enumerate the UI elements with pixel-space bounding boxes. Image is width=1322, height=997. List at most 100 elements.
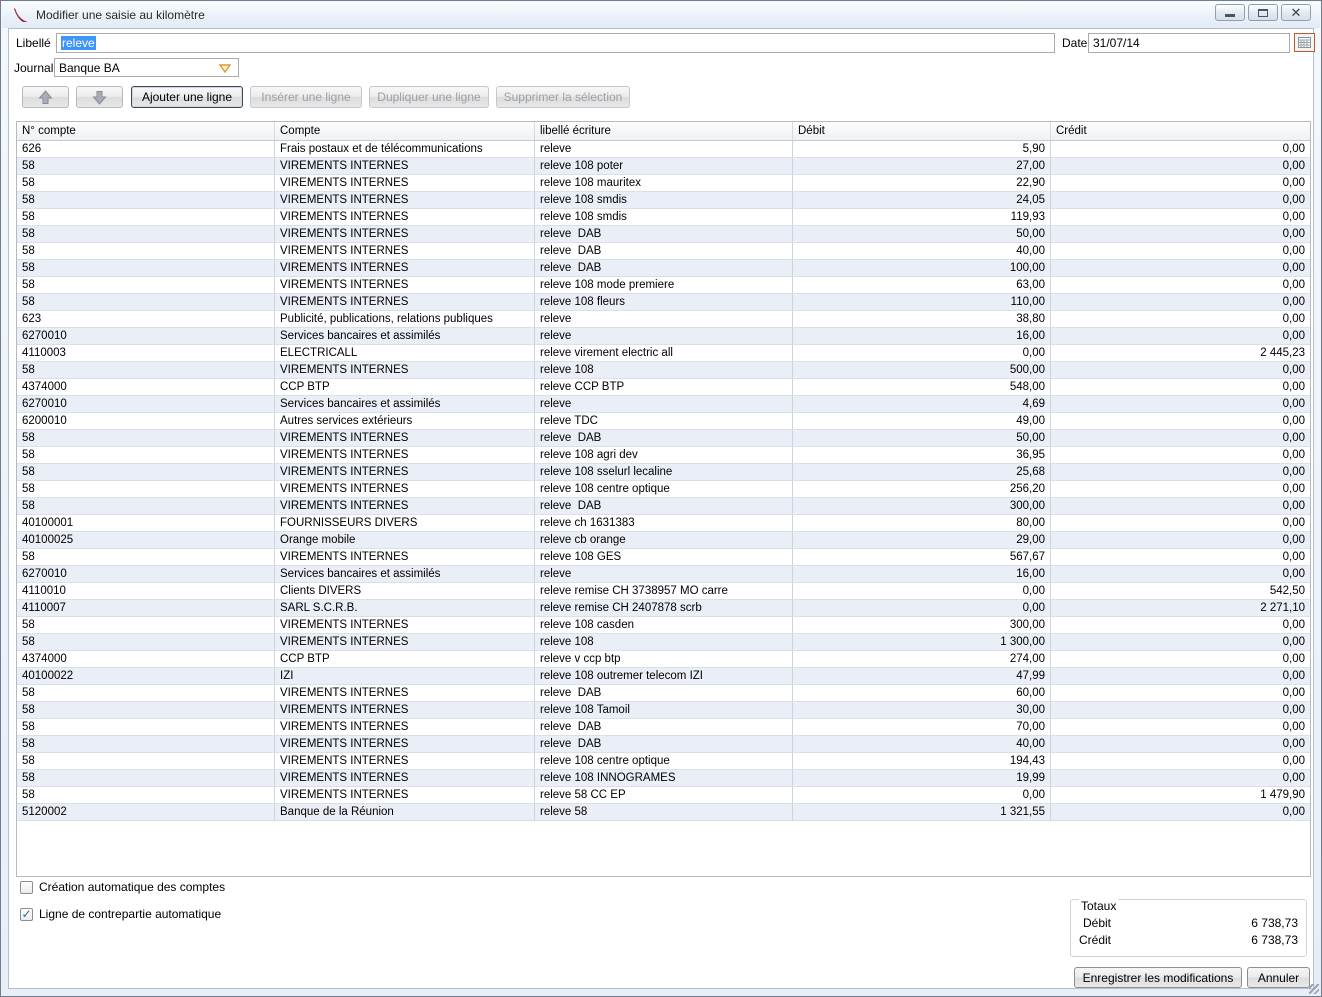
cell-debit[interactable]: 36,95 bbox=[793, 447, 1051, 463]
cell-account[interactable]: 6270010 bbox=[17, 566, 275, 582]
cell-account[interactable]: 58 bbox=[17, 175, 275, 191]
move-up-button[interactable] bbox=[22, 86, 69, 108]
table-row[interactable]: 40100001FOURNISSEURS DIVERSreleve ch 163… bbox=[17, 515, 1310, 532]
cell-entry-label[interactable]: releve 108 centre optique bbox=[535, 753, 793, 769]
table-row[interactable]: 6270010Services bancaires et assimilésre… bbox=[17, 396, 1310, 413]
table-row[interactable]: 58VIREMENTS INTERNESreleve DAB300,000,00 bbox=[17, 498, 1310, 515]
cell-account-name[interactable]: VIREMENTS INTERNES bbox=[275, 549, 535, 565]
cell-account-name[interactable]: VIREMENTS INTERNES bbox=[275, 175, 535, 191]
table-row[interactable]: 40100025Orange mobilereleve cb orange29,… bbox=[17, 532, 1310, 549]
table-row[interactable]: 58VIREMENTS INTERNESreleve 58 CC EP0,001… bbox=[17, 787, 1310, 804]
cell-account-name[interactable]: IZI bbox=[275, 668, 535, 684]
cell-account-name[interactable]: VIREMENTS INTERNES bbox=[275, 277, 535, 293]
cell-account[interactable]: 58 bbox=[17, 770, 275, 786]
cell-credit[interactable]: 0,00 bbox=[1051, 719, 1310, 735]
cell-credit[interactable]: 0,00 bbox=[1051, 243, 1310, 259]
table-row[interactable]: 58VIREMENTS INTERNESreleve DAB50,000,00 bbox=[17, 226, 1310, 243]
cell-credit[interactable]: 0,00 bbox=[1051, 651, 1310, 667]
cell-account[interactable]: 6270010 bbox=[17, 396, 275, 412]
cell-account-name[interactable]: Publicité, publications, relations publi… bbox=[275, 311, 535, 327]
cell-account-name[interactable]: Services bancaires et assimilés bbox=[275, 566, 535, 582]
table-row[interactable]: 58VIREMENTS INTERNESreleve 108 poter27,0… bbox=[17, 158, 1310, 175]
table-row[interactable]: 4110010Clients DIVERSreleve remise CH 37… bbox=[17, 583, 1310, 600]
table-row[interactable]: 58VIREMENTS INTERNESreleve 108 agri dev3… bbox=[17, 447, 1310, 464]
cell-account[interactable]: 58 bbox=[17, 498, 275, 514]
cell-account-name[interactable]: VIREMENTS INTERNES bbox=[275, 243, 535, 259]
cell-debit[interactable]: 25,68 bbox=[793, 464, 1051, 480]
cell-account[interactable]: 58 bbox=[17, 753, 275, 769]
cell-account-name[interactable]: VIREMENTS INTERNES bbox=[275, 719, 535, 735]
table-row[interactable]: 4374000CCP BTPreleve v ccp btp274,000,00 bbox=[17, 651, 1310, 668]
cell-entry-label[interactable]: releve remise CH 3738957 MO carre bbox=[535, 583, 793, 599]
minimize-button[interactable] bbox=[1215, 4, 1245, 21]
cell-debit[interactable]: 49,00 bbox=[793, 413, 1051, 429]
cell-entry-label[interactable]: releve 58 bbox=[535, 804, 793, 820]
cell-account[interactable]: 58 bbox=[17, 481, 275, 497]
cell-account[interactable]: 58 bbox=[17, 447, 275, 463]
cell-account[interactable]: 58 bbox=[17, 719, 275, 735]
cell-entry-label[interactable]: releve 108 smdis bbox=[535, 209, 793, 225]
cell-account[interactable]: 58 bbox=[17, 736, 275, 752]
cell-entry-label[interactable]: releve 108 centre optique bbox=[535, 481, 793, 497]
cell-entry-label[interactable]: releve 108 bbox=[535, 362, 793, 378]
cell-account[interactable]: 58 bbox=[17, 158, 275, 174]
cell-debit[interactable]: 0,00 bbox=[793, 583, 1051, 599]
cell-account-name[interactable]: Frais postaux et de télécommunications bbox=[275, 141, 535, 157]
cell-debit[interactable]: 47,99 bbox=[793, 668, 1051, 684]
cell-account-name[interactable]: VIREMENTS INTERNES bbox=[275, 362, 535, 378]
libelle-input[interactable]: releve bbox=[56, 33, 1055, 53]
table-row[interactable]: 40100022IZIreleve 108 outremer telecom I… bbox=[17, 668, 1310, 685]
cell-account[interactable]: 4110010 bbox=[17, 583, 275, 599]
cell-account[interactable]: 5120002 bbox=[17, 804, 275, 820]
table-row[interactable]: 58VIREMENTS INTERNESreleve 108 mauritex2… bbox=[17, 175, 1310, 192]
cell-entry-label[interactable]: releve cb orange bbox=[535, 532, 793, 548]
close-button[interactable]: ✕ bbox=[1281, 4, 1311, 21]
cell-credit[interactable]: 0,00 bbox=[1051, 430, 1310, 446]
journal-select[interactable]: Banque BA bbox=[54, 58, 239, 77]
cell-account-name[interactable]: VIREMENTS INTERNES bbox=[275, 464, 535, 480]
cell-entry-label[interactable]: releve 108 agri dev bbox=[535, 447, 793, 463]
cell-entry-label[interactable]: releve ch 1631383 bbox=[535, 515, 793, 531]
table-row[interactable]: 58VIREMENTS INTERNESreleve DAB40,000,00 bbox=[17, 736, 1310, 753]
cell-debit[interactable]: 256,20 bbox=[793, 481, 1051, 497]
cell-entry-label[interactable]: releve 108 INNOGRAMES bbox=[535, 770, 793, 786]
cell-account-name[interactable]: VIREMENTS INTERNES bbox=[275, 498, 535, 514]
save-button[interactable]: Enregistrer les modifications bbox=[1074, 967, 1242, 988]
cell-debit[interactable]: 40,00 bbox=[793, 243, 1051, 259]
cell-account-name[interactable]: Services bancaires et assimilés bbox=[275, 396, 535, 412]
cell-entry-label[interactable]: releve 108 sselurl lecaline bbox=[535, 464, 793, 480]
cell-account-name[interactable]: ELECTRICALL bbox=[275, 345, 535, 361]
cell-account[interactable]: 4374000 bbox=[17, 651, 275, 667]
cell-credit[interactable]: 0,00 bbox=[1051, 141, 1310, 157]
cell-entry-label[interactable]: releve 108 mauritex bbox=[535, 175, 793, 191]
column-header-debit[interactable]: Débit bbox=[793, 122, 1051, 140]
cell-account[interactable]: 4374000 bbox=[17, 379, 275, 395]
delete-selection-button[interactable]: Supprimer la sélection bbox=[496, 86, 630, 108]
cell-account[interactable]: 6200010 bbox=[17, 413, 275, 429]
cell-entry-label[interactable]: releve 108 poter bbox=[535, 158, 793, 174]
cell-account[interactable]: 58 bbox=[17, 243, 275, 259]
cell-account-name[interactable]: Clients DIVERS bbox=[275, 583, 535, 599]
add-line-button[interactable]: Ajouter une ligne bbox=[131, 86, 243, 108]
cell-entry-label[interactable]: releve 108 mode premiere bbox=[535, 277, 793, 293]
cell-account[interactable]: 58 bbox=[17, 277, 275, 293]
column-header-account-name[interactable]: Compte bbox=[275, 122, 535, 140]
calendar-button[interactable] bbox=[1294, 33, 1315, 52]
cell-account-name[interactable]: Autres services extérieurs bbox=[275, 413, 535, 429]
cell-entry-label[interactable]: releve bbox=[535, 566, 793, 582]
cell-credit[interactable]: 0,00 bbox=[1051, 498, 1310, 514]
cell-account[interactable]: 40100001 bbox=[17, 515, 275, 531]
cell-credit[interactable]: 0,00 bbox=[1051, 413, 1310, 429]
cell-debit[interactable]: 16,00 bbox=[793, 566, 1051, 582]
cell-account[interactable]: 58 bbox=[17, 294, 275, 310]
cell-debit[interactable]: 500,00 bbox=[793, 362, 1051, 378]
cell-debit[interactable]: 50,00 bbox=[793, 430, 1051, 446]
table-row[interactable]: 58VIREMENTS INTERNESreleve 108 GES567,67… bbox=[17, 549, 1310, 566]
cell-debit[interactable]: 1 300,00 bbox=[793, 634, 1051, 650]
cell-credit[interactable]: 0,00 bbox=[1051, 226, 1310, 242]
cell-account[interactable]: 58 bbox=[17, 362, 275, 378]
cell-debit[interactable]: 300,00 bbox=[793, 617, 1051, 633]
table-row[interactable]: 58VIREMENTS INTERNESreleve 108 fleurs110… bbox=[17, 294, 1310, 311]
move-down-button[interactable] bbox=[76, 86, 123, 108]
cell-debit[interactable]: 548,00 bbox=[793, 379, 1051, 395]
